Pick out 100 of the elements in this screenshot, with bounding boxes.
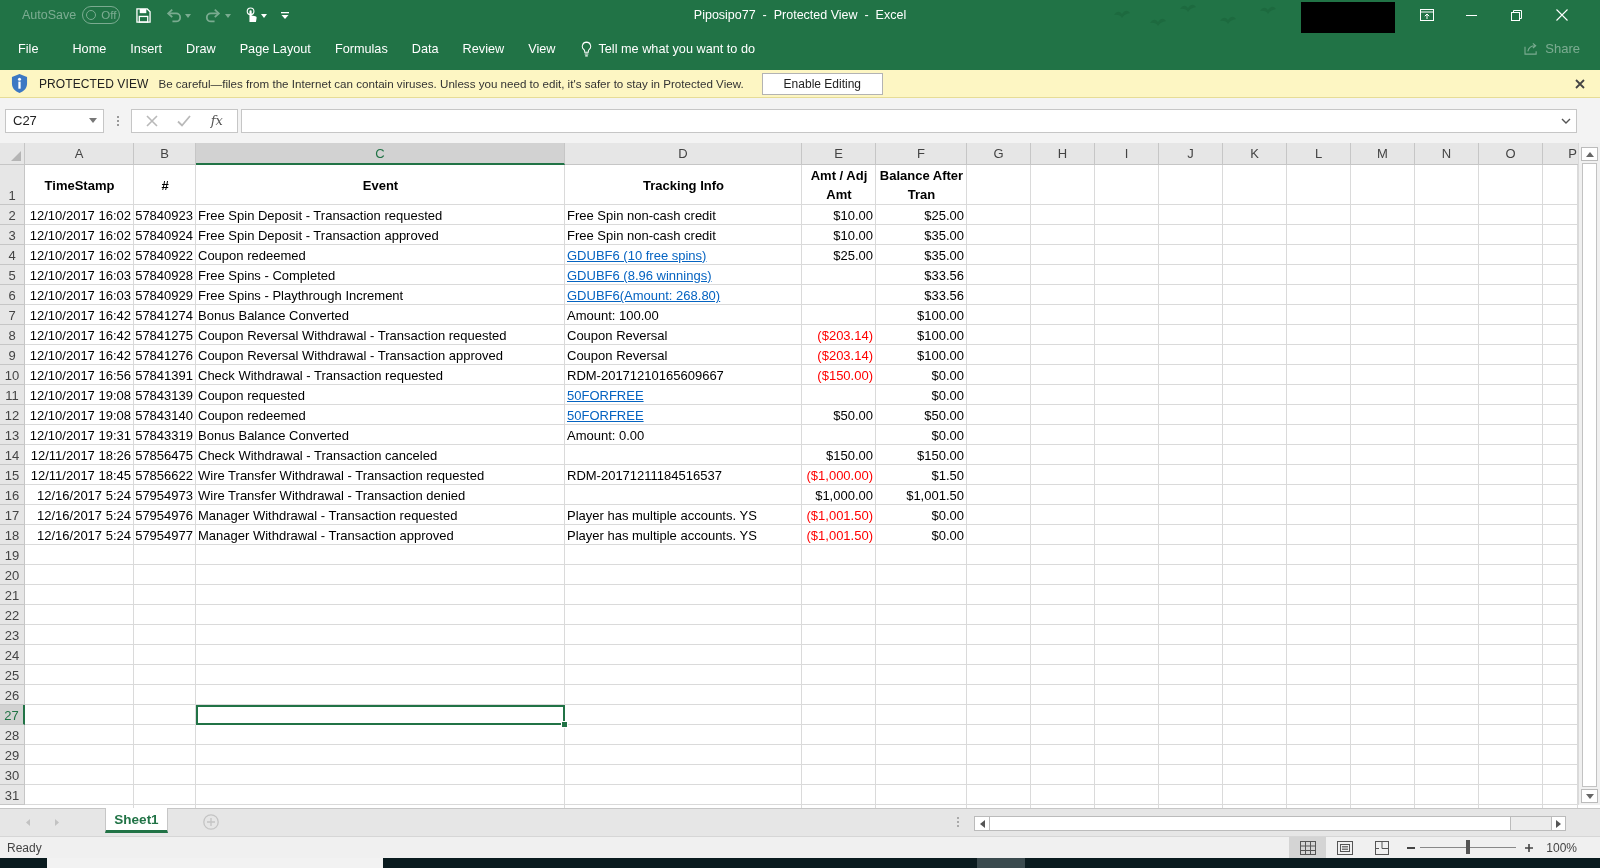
row-header[interactable]: 13 (0, 425, 25, 445)
formula-input[interactable] (241, 108, 1577, 133)
name-box[interactable]: C27 (5, 108, 104, 133)
table-cell-text: 57843139 (134, 387, 194, 405)
column-header[interactable]: B (134, 143, 196, 165)
column-header[interactable]: K (1223, 143, 1287, 165)
row-header[interactable]: 6 (0, 285, 25, 305)
column-header[interactable]: P (1543, 143, 1578, 165)
table-cell-text: RDM-20171211184516537 (566, 467, 723, 485)
row-header[interactable]: 16 (0, 485, 25, 505)
right-triangle-icon (1556, 819, 1561, 828)
row-header[interactable]: 21 (0, 585, 25, 605)
scrollbar-thumb[interactable] (989, 817, 1511, 830)
row-header[interactable]: 30 (0, 765, 25, 785)
scroll-right-button[interactable] (1551, 817, 1565, 830)
ribbon-display-icon (1419, 9, 1434, 21)
zoom-slider-thumb[interactable] (1466, 840, 1471, 854)
row-header[interactable]: 28 (0, 725, 25, 745)
table-cell-text: 12/11/2017 18:45 (29, 467, 132, 485)
table-cell-text: 57856475 (134, 447, 194, 465)
row-header[interactable]: 31 (0, 785, 25, 805)
scroll-left-button[interactable] (975, 817, 989, 830)
hyperlink[interactable]: GDUBF6 (10 free spins) (567, 248, 707, 264)
ribbon-tab[interactable]: Insert (118, 33, 175, 64)
table-cell-text: Manager Withdrawal - Transaction approved (197, 527, 455, 545)
table-cell-text: 57954977 (134, 527, 194, 545)
row-header[interactable]: 5 (0, 265, 25, 285)
ribbon-tab[interactable]: View (516, 33, 568, 64)
column-header[interactable]: A (25, 143, 134, 165)
table-cell-text: ($1,001.50) (805, 527, 874, 545)
scrollbar-thumb[interactable] (1582, 163, 1597, 787)
table-cell-text: 12/16/2017 5:24 (36, 527, 132, 545)
zoom-level-button[interactable]: 100% (1546, 837, 1577, 858)
row-header[interactable]: 20 (0, 565, 25, 585)
row-header[interactable]: 3 (0, 225, 25, 245)
scroll-up-button[interactable] (1581, 147, 1598, 161)
row-header[interactable]: 9 (0, 345, 25, 365)
hyperlink[interactable]: GDUBF6 (8.96 winnings) (567, 268, 712, 284)
ribbon-tab[interactable]: Page Layout (227, 33, 323, 64)
column-header[interactable]: G (967, 143, 1031, 165)
undo-icon (165, 7, 183, 23)
taskbar-search-field[interactable] (47, 858, 383, 868)
active-cell[interactable] (196, 705, 565, 725)
column-header[interactable]: E (802, 143, 876, 165)
row-header[interactable]: 22 (0, 605, 25, 625)
table-cell-text: 57840928 (134, 267, 194, 285)
row-header[interactable]: 1 (0, 165, 25, 205)
column-header[interactable]: H (1031, 143, 1095, 165)
row-header[interactable]: 2 (0, 205, 25, 225)
row-header[interactable]: 11 (0, 385, 25, 405)
hyperlink[interactable]: GDUBF6(Amount: 268.80) (567, 288, 721, 304)
row-header[interactable]: 15 (0, 465, 25, 485)
row-header[interactable]: 18 (0, 525, 25, 545)
row-header[interactable]: 29 (0, 745, 25, 765)
column-header[interactable]: J (1159, 143, 1223, 165)
ribbon-tab[interactable]: Data (399, 33, 451, 64)
close-icon (1555, 9, 1568, 21)
row-header[interactable]: 23 (0, 625, 25, 645)
column-header[interactable]: L (1287, 143, 1351, 165)
ribbon-tab[interactable]: Draw (174, 33, 228, 64)
fill-handle[interactable] (561, 721, 568, 728)
table-cell-text: 12/10/2017 16:02 (28, 227, 132, 245)
ribbon-tab[interactable]: Home (60, 33, 119, 64)
row-header[interactable]: 4 (0, 245, 25, 265)
column-header[interactable]: C (196, 143, 565, 165)
insert-function-button[interactable]: fx (204, 110, 229, 131)
sheet-tab[interactable]: Sheet1 (105, 808, 168, 833)
check-icon (177, 114, 192, 127)
row-header[interactable]: 27 (0, 705, 25, 725)
column-header[interactable]: D (565, 143, 802, 165)
normal-view-button[interactable] (1289, 837, 1327, 858)
row-header[interactable]: 10 (0, 365, 25, 385)
ribbon-tab[interactable]: Review (450, 33, 517, 64)
row-header[interactable]: 25 (0, 665, 25, 685)
cancel-icon (146, 114, 159, 127)
hyperlink[interactable]: 50FORFREE (567, 408, 644, 424)
row-header[interactable]: 17 (0, 505, 25, 525)
column-header[interactable]: I (1095, 143, 1159, 165)
column-header[interactable]: O (1479, 143, 1543, 165)
table-cell-text: $0.00 (930, 367, 965, 385)
ribbon-tab[interactable]: Formulas (322, 33, 400, 64)
hyperlink[interactable]: 50FORFREE (567, 388, 644, 404)
row-header[interactable]: 19 (0, 545, 25, 565)
tell-me-search-field[interactable]: Tell me what you want to do (598, 39, 769, 58)
scroll-down-button[interactable] (1581, 789, 1598, 803)
row-header[interactable]: 12 (0, 405, 25, 425)
column-header[interactable]: M (1351, 143, 1415, 165)
plus-circle-icon (203, 814, 219, 830)
enable-editing-button[interactable]: Enable Editing (761, 72, 883, 95)
column-header[interactable]: F (876, 143, 967, 165)
row-header[interactable]: 7 (0, 305, 25, 325)
ribbon-tab[interactable]: File (6, 33, 51, 64)
row-header[interactable]: 26 (0, 685, 25, 705)
row-header[interactable]: 14 (0, 445, 25, 465)
column-header[interactable]: N (1415, 143, 1479, 165)
table-cell-text: 12/10/2017 16:03 (28, 287, 132, 305)
row-header[interactable]: 8 (0, 325, 25, 345)
row-header[interactable]: 24 (0, 645, 25, 665)
table-cell-text: $0.00 (930, 427, 965, 445)
table-cell-text: $25.00 (923, 207, 965, 225)
